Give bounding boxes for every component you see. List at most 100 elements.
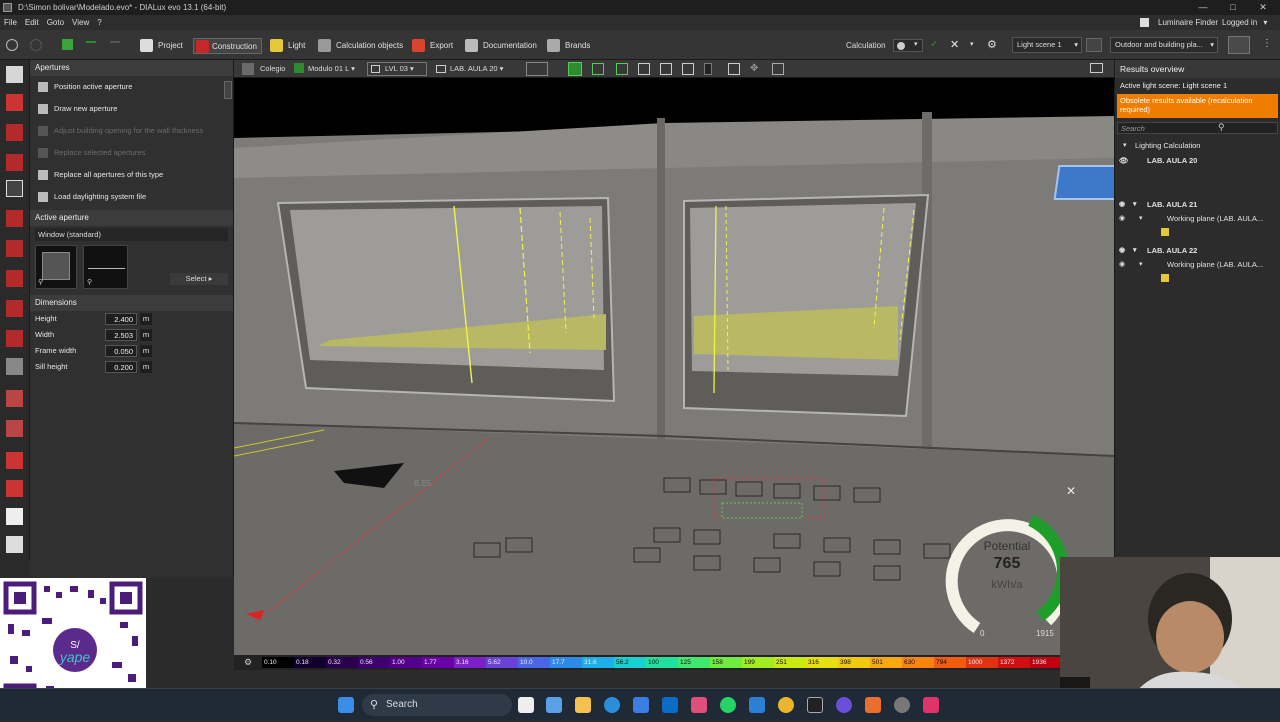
view-iso-icon[interactable] [660,63,672,75]
building-icon[interactable] [6,124,23,141]
stop-calculation-icon[interactable]: ✕ [950,38,962,52]
mode-toggle-icon[interactable] [1228,36,1250,54]
calculation-mode-dropdown[interactable]: ▾ [893,39,923,52]
selection-mode-icon[interactable] [526,62,548,76]
app-orange-icon[interactable] [865,697,881,713]
zoom-icon[interactable]: ⚲ [38,278,43,286]
room-row-21[interactable]: ◉ ▾ LAB. AULA 21 [1115,198,1280,212]
save-icon[interactable] [62,39,73,50]
light-scene-dropdown[interactable]: Light scene 1 ▾ [1012,37,1082,53]
tab-project[interactable]: Project [140,38,183,54]
close-gauge-icon[interactable]: ✕ [1066,484,1076,498]
screen-icon[interactable] [1090,63,1103,73]
view-side-icon[interactable] [616,63,628,75]
roof-icon[interactable] [6,300,23,317]
load-daylighting-item[interactable]: Load daylighting system file [30,186,233,208]
whatsapp-icon[interactable] [720,697,736,713]
tiktok-icon[interactable] [923,697,939,713]
results-search-field[interactable]: Search ⚲ [1117,122,1278,134]
view-3d-icon[interactable] [242,63,254,75]
eye-icon[interactable]: ◉ [1119,212,1125,226]
zoom-icon[interactable]: ⚲ [87,278,92,286]
vscode-icon[interactable] [749,697,765,713]
tab-brands[interactable]: Brands [547,38,590,54]
eye-icon[interactable]: ◉ [1119,244,1125,258]
edge-icon[interactable] [604,697,620,713]
pan-icon[interactable]: ✥ [750,63,758,74]
replace-selected-item[interactable]: Replace selected apertures [30,142,233,164]
select-aperture-button[interactable]: Select ▸ [170,273,228,285]
tab-calculation-objects[interactable]: Calculation objects [318,38,403,54]
chrome-icon[interactable] [778,697,794,713]
file-explorer-icon[interactable] [575,697,591,713]
toolbar-collapse-icon[interactable] [704,63,712,75]
back-icon[interactable] [6,39,18,51]
draw-new-aperture-item[interactable]: Draw new aperture [30,98,233,120]
copilot-icon[interactable] [546,697,562,713]
plane-row-21[interactable]: ◉ ▾ Working plane (LAB. AULA... [1115,212,1280,226]
site-icon[interactable] [6,66,23,83]
forward-icon[interactable] [30,39,42,51]
height-input[interactable]: 2.400 [105,313,137,325]
eye-icon[interactable]: 👁 [1119,154,1129,168]
task-view-icon[interactable] [518,697,534,713]
replace-all-item[interactable]: Replace all apertures of this type [30,164,233,186]
maximize-icon[interactable]: □ [1222,0,1244,15]
menu-edit[interactable]: Edit [21,15,43,30]
outdoor-dropdown[interactable]: Outdoor and building pla... ▾ [1110,37,1218,53]
wall-icon[interactable] [6,270,23,287]
menu-goto[interactable]: Goto [43,15,68,30]
breadcrumb-modulo[interactable]: Modulo 01 L ▾ [308,63,355,75]
eye-icon[interactable]: ◉ [1119,198,1125,212]
start-calculation-icon[interactable]: ✓ [930,39,942,51]
eye-icon[interactable]: ◉ [1119,258,1125,272]
menu-file[interactable]: File [0,15,21,30]
tab-documentation[interactable]: Documentation [465,38,537,54]
level-dropdown[interactable]: LVL 03 ▾ [367,62,427,76]
tab-light[interactable]: Light [270,38,305,54]
plane-row-22[interactable]: ◉ ▾ Working plane (LAB. AULA... [1115,258,1280,272]
minimize-icon[interactable]: — [1192,0,1214,15]
messenger-icon[interactable] [836,697,852,713]
undo-icon[interactable] [86,41,96,47]
frame-width-input[interactable]: 0.050 [105,345,137,357]
import-icon[interactable] [6,94,23,111]
obs-icon[interactable] [894,697,910,713]
aperture-type-field[interactable]: Window (standard) [35,228,228,241]
view-front-icon[interactable] [638,63,650,75]
room-icon[interactable] [6,210,23,227]
texture-icon[interactable] [6,420,23,437]
redo-icon[interactable] [110,41,120,47]
width-input[interactable]: 2.503 [105,329,137,341]
breadcrumb-colegio[interactable]: Colegio [260,63,285,75]
windows-start-icon[interactable] [338,697,354,713]
taskbar-search-box[interactable]: ⚲ Search [362,694,512,716]
measure-icon[interactable] [6,536,23,553]
frame-icon[interactable] [6,508,23,525]
logged-in-menu[interactable]: Logged in ▾ [1218,15,1267,30]
stair-icon[interactable] [6,480,23,497]
ceiling-icon[interactable] [6,240,23,257]
room-row-22[interactable]: ◉ ▾ LAB. AULA 22 [1115,244,1280,258]
light-scene-edit-icon[interactable] [1086,38,1102,52]
storey-icon[interactable] [6,154,23,171]
more-options-icon[interactable]: ⋮ [1262,38,1272,49]
tree-root[interactable]: ▾ Lighting Calculation [1115,138,1280,154]
tab-export[interactable]: Export [412,38,453,54]
tab-construction[interactable]: Construction [193,38,262,54]
menu-view[interactable]: View [68,15,93,30]
scale-settings-icon[interactable]: ⚙ [244,657,252,668]
luminaire-finder-button[interactable]: Luminaire Finder [1140,17,1222,28]
view-top-icon[interactable] [682,63,694,75]
outlook-icon[interactable] [662,697,678,713]
room-dropdown[interactable]: LAB. AULA 20 ▾ [436,63,503,75]
zoom-extents-icon[interactable] [728,63,740,75]
dialux-icon[interactable] [807,697,823,713]
slack-icon[interactable] [691,697,707,713]
calculation-options-icon[interactable]: ▾ [970,40,974,48]
3d-viewport[interactable]: B.E5 ✕ Potential 765 kWh/a 0 1915 [234,78,1114,655]
measure-view-icon[interactable] [772,63,784,75]
object-icon[interactable] [6,452,23,469]
sill-height-input[interactable]: 0.200 [105,361,137,373]
adjust-opening-item[interactable]: Adjust building opening for the wall thi… [30,120,233,142]
